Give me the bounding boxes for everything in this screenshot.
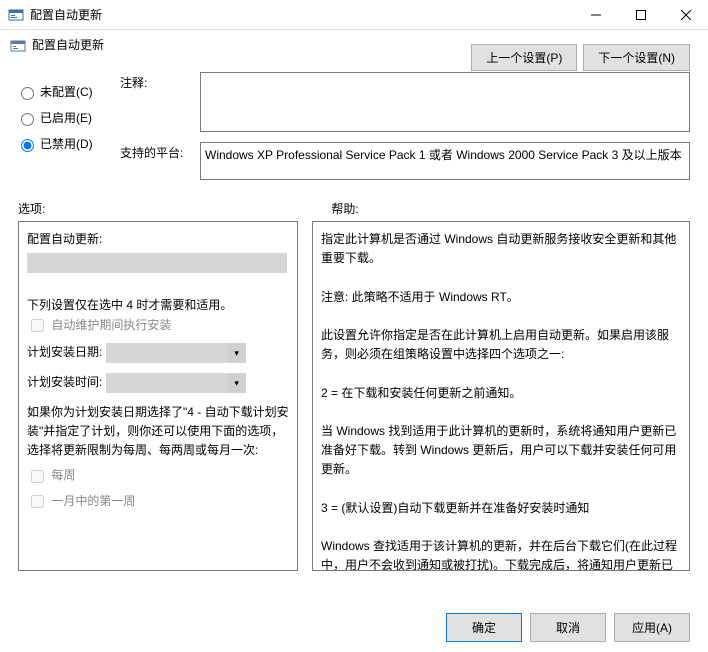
configure-combo[interactable]: [27, 253, 287, 273]
policy-icon: [10, 38, 26, 54]
help-text: 3 = (默认设置)自动下载更新并在准备好安装时通知: [321, 499, 681, 518]
install-date-combo[interactable]: ▾: [106, 343, 246, 363]
radio-enabled-input[interactable]: [21, 113, 34, 126]
help-label: 帮助:: [331, 200, 358, 217]
options-panel[interactable]: 配置自动更新: 下列设置仅在选中 4 时才需要和适用。 自动维护期间执行安装 计…: [18, 221, 298, 571]
minimize-button[interactable]: [573, 0, 618, 29]
radio-not-configured[interactable]: 未配置(C): [0, 81, 115, 102]
radio-disabled-input[interactable]: [21, 139, 34, 152]
weekly-label: 每周: [51, 468, 75, 482]
help-text: 注意: 此策略不适用于 Windows RT。: [321, 288, 681, 307]
radio-not-configured-input[interactable]: [21, 87, 34, 100]
window-titlebar: 配置自动更新: [0, 0, 708, 30]
maintenance-checkbox-row[interactable]: 自动维护期间执行安装: [27, 316, 289, 335]
header-title: 配置自动更新: [32, 36, 104, 53]
help-text: 2 = 在下载和安装任何更新之前通知。: [321, 384, 681, 403]
comment-field[interactable]: [200, 72, 690, 132]
weekly-checkbox[interactable]: [31, 470, 44, 483]
radio-disabled-label: 已禁用(D): [40, 135, 93, 152]
platform-field[interactable]: Windows XP Professional Service Pack 1 或…: [200, 142, 690, 180]
maximize-button[interactable]: [618, 0, 663, 29]
radio-enabled-label: 已启用(E): [40, 109, 92, 126]
first-week-checkbox[interactable]: [31, 495, 44, 508]
radio-not-configured-label: 未配置(C): [40, 83, 93, 100]
help-text: 当 Windows 找到适用于此计算机的更新时，系统将通知用户更新已准备好下载。…: [321, 422, 681, 480]
weekly-checkbox-row[interactable]: 每周: [27, 466, 289, 485]
install-time-combo[interactable]: ▾: [106, 373, 246, 393]
cancel-button[interactable]: 取消: [530, 613, 606, 642]
install-time-label: 计划安装时间:: [27, 375, 102, 389]
platform-label: 支持的平台:: [120, 142, 200, 180]
first-week-label: 一月中的第一周: [51, 494, 135, 508]
help-text: 指定此计算机是否通过 Windows 自动更新服务接收安全更新和其他重要下载。: [321, 230, 681, 268]
chevron-down-icon: ▾: [228, 373, 246, 393]
header: 配置自动更新 上一个设置(P) 下一个设置(N): [0, 30, 708, 68]
platform-text: Windows XP Professional Service Pack 1 或…: [205, 148, 682, 162]
radio-disabled[interactable]: 已禁用(D): [0, 133, 115, 154]
apply-button[interactable]: 应用(A): [614, 613, 690, 642]
window-title: 配置自动更新: [30, 6, 573, 23]
radio-enabled[interactable]: 已启用(E): [0, 107, 115, 128]
maintenance-label: 自动维护期间执行安装: [51, 318, 171, 332]
chevron-down-icon: ▾: [228, 343, 246, 363]
schedule-note: 如果你为计划安装日期选择了"4 - 自动下载计划安装"并指定了计划，则你还可以使…: [27, 403, 289, 461]
comment-label: 注释:: [120, 72, 200, 132]
help-text: Windows 查找适用于该计算机的更新，并在后台下载它们(在此过程中，用户不会…: [321, 537, 681, 571]
next-setting-button[interactable]: 下一个设置(N): [583, 44, 690, 71]
options-title: 配置自动更新:: [27, 230, 289, 249]
options-label: 选项:: [18, 200, 45, 217]
help-panel[interactable]: 指定此计算机是否通过 Windows 自动更新服务接收安全更新和其他重要下载。 …: [312, 221, 690, 571]
options-note: 下列设置仅在选中 4 时才需要和适用。: [27, 296, 289, 315]
app-icon: [8, 7, 24, 23]
first-week-checkbox-row[interactable]: 一月中的第一周: [27, 492, 289, 511]
help-text: 此设置允许你指定是否在此计算机上启用自动更新。如果启用该服务，则必须在组策略设置…: [321, 326, 681, 364]
install-date-label: 计划安装日期:: [27, 345, 102, 359]
maintenance-checkbox[interactable]: [31, 319, 44, 332]
ok-button[interactable]: 确定: [446, 613, 522, 642]
close-button[interactable]: [663, 0, 708, 29]
previous-setting-button[interactable]: 上一个设置(P): [471, 44, 577, 71]
